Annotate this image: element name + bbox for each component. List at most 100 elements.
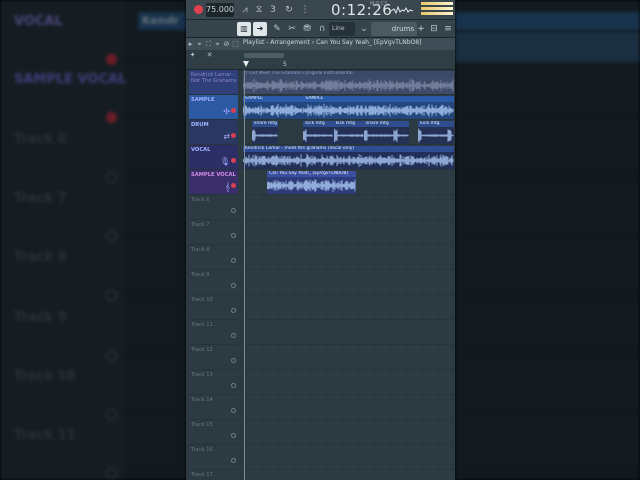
track-mute-button[interactable] [231, 133, 236, 138]
track-name: SAMPLE VOCAL [191, 172, 236, 178]
steps-icon[interactable]: ⋮ [298, 3, 312, 17]
track-mute-button[interactable] [231, 458, 236, 463]
track-header[interactable]: Track 16 [189, 445, 238, 470]
track-mute-button[interactable] [231, 283, 236, 288]
horizontal-scrollbar[interactable] [244, 53, 284, 58]
track-header[interactable]: Track 7 [189, 220, 238, 245]
add-channel-button[interactable]: + [416, 22, 426, 36]
track-mute-button[interactable] [231, 258, 236, 263]
track-mute-button[interactable] [231, 308, 236, 313]
track-header[interactable]: DRUM ⇄ [189, 120, 238, 145]
track-name: Track 10 [191, 297, 213, 303]
wait-icon[interactable]: ⧖ [252, 3, 266, 17]
transport-toolbar: 75.000 ⩘ ⧖ 3 ↻ ⋮ 0:12:26 M:S:CS [186, 0, 455, 20]
record-icon[interactable] [194, 5, 203, 14]
pencil-icon[interactable]: ✎ [270, 22, 284, 36]
audio-clip[interactable]: kick mtg [418, 121, 455, 144]
track-header[interactable]: Track 17 [189, 470, 238, 480]
menu-arrow-icon[interactable]: ▸ [186, 38, 195, 50]
track-mute-button[interactable] [231, 383, 236, 388]
track-name: Track 17 [191, 472, 213, 478]
track-header[interactable]: Track 15 [189, 420, 238, 445]
channel-selector[interactable]: drums [371, 22, 417, 36]
tempo-display[interactable]: 75.000 [206, 3, 234, 17]
waveform [267, 179, 356, 192]
snap-arrow-button[interactable]: ➜ [253, 22, 267, 36]
countdown-icon[interactable]: 3 [266, 3, 280, 17]
loop-record-icon[interactable]: ↻ [282, 3, 296, 17]
timeline-ruler[interactable]: 5 [186, 61, 455, 70]
track-mute-button[interactable] [231, 158, 236, 163]
track-mute-button[interactable] [231, 433, 236, 438]
background-track-dot [106, 54, 117, 65]
background-grid [125, 0, 186, 480]
audio-clip[interactable]: kick mtg [333, 121, 364, 144]
audio-clip[interactable]: snare mtg [363, 121, 410, 144]
background-track-label: Track 11 [14, 428, 76, 443]
slice-icon[interactable]: ⌖ [213, 38, 222, 50]
track-header[interactable]: Track 14 [189, 395, 238, 420]
track-icon: 🎙 [219, 157, 230, 166]
background-track-label: Track 8 [14, 250, 67, 265]
pattern-song-toggle[interactable]: ▥ [237, 22, 251, 36]
track-header[interactable]: Track 10 [189, 295, 238, 320]
track-mute-button[interactable] [231, 183, 236, 188]
track-mute-button[interactable] [231, 358, 236, 363]
browser-icon[interactable]: ≡ [441, 22, 455, 36]
background-clip-label: Kendr [138, 12, 186, 30]
mute-icon[interactable]: ⊘ [222, 38, 231, 50]
background-track-label: Track 6 [14, 132, 67, 147]
close-icon[interactable]: ✕ [205, 50, 214, 61]
playhead-marker[interactable] [243, 61, 249, 67]
track-header[interactable]: SAMPLE ✣ [189, 95, 238, 120]
paint-icon[interactable]: ✂ [285, 22, 299, 36]
track-header[interactable]: VOCAL 🎙 [189, 145, 238, 170]
background-right [455, 0, 640, 480]
magnet-icon[interactable]: ∩ [315, 22, 329, 36]
track-header[interactable]: Kendrick Lamar - Not The Grahams [189, 70, 238, 95]
waveform [303, 103, 454, 118]
track-header[interactable]: Track 9 [189, 270, 238, 295]
track-header[interactable]: Track 11 [189, 320, 238, 345]
audio-clip[interactable]: kick mtg [303, 121, 334, 144]
snap-select[interactable]: Line [329, 22, 355, 36]
metronome-icon[interactable]: ⩘ [238, 3, 252, 17]
track-mute-button[interactable] [231, 233, 236, 238]
stamp-icon[interactable]: ⛃ [300, 22, 314, 36]
audio-clip[interactable]: SAMPLE [243, 96, 304, 119]
zoom-icon[interactable]: ⛶ [204, 38, 213, 50]
audio-clip[interactable]: Can You Say Yeah_ [EpVgvTLNbO8] [267, 171, 357, 194]
background-track-label: Track 10 [14, 369, 76, 384]
track-name: Track 7 [191, 222, 210, 228]
waveform [243, 153, 454, 168]
track-header[interactable]: SAMPLE VOCAL 𝄞 [189, 170, 238, 195]
track-header[interactable]: Track 8 [189, 245, 238, 270]
track-name: Track 16 [191, 447, 213, 453]
track-mute-button[interactable] [231, 333, 236, 338]
audio-clip[interactable]: Kendrick Lamar - meet the grahams (Vocal… [243, 146, 455, 169]
playhead-line [244, 70, 245, 480]
chevron-down-icon[interactable]: ⌄ [357, 22, 371, 36]
track-header[interactable]: Track 13 [189, 370, 238, 395]
playback-icon[interactable]: ⬚ [231, 38, 240, 50]
background-left: VOCAL SAMPLE VOCAL Track 6 Track 7 Track 8 Tr… [0, 0, 186, 480]
track-mute-button[interactable] [231, 108, 236, 113]
audio-clip[interactable]: Y Out Meet The Grahams (Original Instrum… [243, 71, 455, 94]
track-mute-button[interactable] [231, 408, 236, 413]
track-icon: ✣ [223, 107, 230, 116]
audio-clip[interactable]: SAMPLE [303, 96, 455, 119]
playlist-titlebar: ▸ ⌖ ⛶ ⌖ ⊘ ⬚ Playlist - Arrangement › Can… [186, 38, 455, 50]
background-clip-bar [455, 12, 640, 30]
pin-icon[interactable]: ✦ [188, 50, 197, 61]
select-icon[interactable]: ⌖ [195, 38, 204, 50]
master-level-meter [421, 2, 453, 18]
track-mute-button[interactable] [231, 208, 236, 213]
track-name: Track 6 [191, 197, 210, 203]
track-header[interactable]: Track 12 [189, 345, 238, 370]
playlist-subbar: ✦ ✕ [186, 50, 455, 61]
track-header[interactable]: Track 6 [189, 195, 238, 220]
audio-clip[interactable]: snare mtg [252, 121, 278, 144]
track-name: SAMPLE [191, 97, 215, 103]
track-name: Track 14 [191, 397, 213, 403]
mixer-icon[interactable]: ⊟ [427, 22, 441, 36]
